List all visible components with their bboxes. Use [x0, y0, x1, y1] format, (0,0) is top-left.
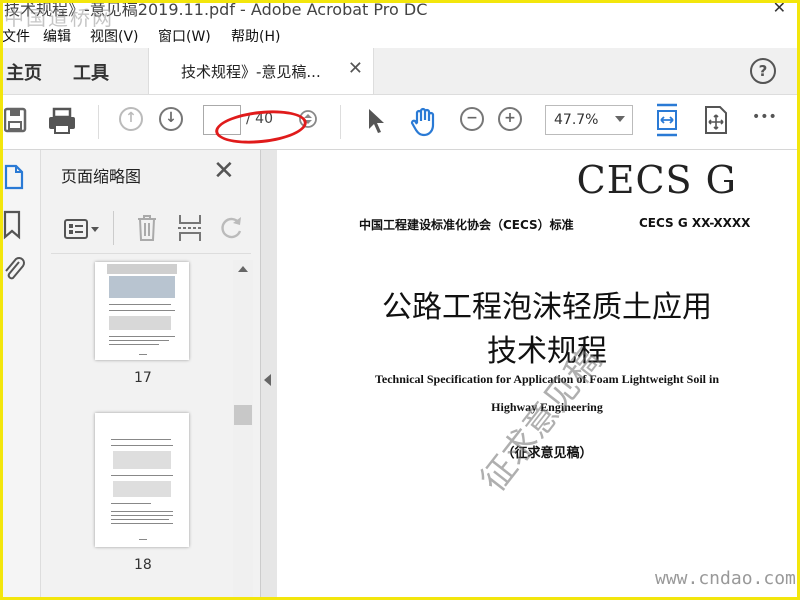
- previous-page-icon[interactable]: ↑: [119, 107, 143, 131]
- thumb-figure: [109, 316, 171, 330]
- tab-close-button[interactable]: ✕: [348, 58, 363, 79]
- tab-document[interactable]: 技术规程》-意见稿... ✕: [148, 48, 374, 94]
- hand-tool-icon[interactable]: [409, 107, 439, 137]
- thumb-text-line: [109, 340, 169, 341]
- select-cursor-icon[interactable]: [366, 107, 386, 135]
- panel-toolbar: [41, 205, 260, 251]
- thumb-figure: [113, 451, 171, 469]
- left-nav-rail: [0, 150, 41, 600]
- thumb-text-line: [111, 515, 173, 516]
- site-watermark-bottom: www.cndao.com: [655, 568, 796, 589]
- rotate-page-icon[interactable]: [219, 215, 245, 241]
- thumb-text-line: [111, 445, 173, 446]
- menu-bar: 文件 编辑 视图(V) 窗口(W) 帮助(H): [0, 22, 800, 48]
- bookmark-icon[interactable]: [2, 210, 24, 240]
- thumb-text-line: [109, 336, 175, 337]
- menu-window[interactable]: 窗口(W): [158, 26, 211, 46]
- zoom-select[interactable]: 47.7%: [545, 105, 633, 135]
- collapse-panel-icon[interactable]: [264, 374, 271, 386]
- tab-document-label: 技术规程》-意见稿...: [181, 63, 321, 81]
- thumb-text-line: [111, 511, 173, 512]
- site-watermark-top: 中国道桥网: [4, 6, 114, 30]
- panel-close-button[interactable]: ✕: [213, 156, 235, 186]
- title-chinese-line2: 技术规程: [487, 334, 607, 369]
- page-thumbnail-17[interactable]: [95, 262, 189, 360]
- thumbnail-label: 17: [134, 370, 152, 386]
- zoom-in-icon[interactable]: +: [498, 107, 522, 131]
- thumb-text-line: [111, 523, 173, 524]
- thumb-text-line: [111, 503, 151, 504]
- thumb-text-line: [111, 439, 171, 440]
- title-bar: 技术规程》-意见稿2019.11.pdf - Adobe Acrobat Pro…: [0, 0, 800, 22]
- standard-organization: 中国工程建设标准化协会（CECS）标准: [359, 218, 574, 232]
- panel-scrollbar[interactable]: [233, 260, 253, 600]
- help-icon[interactable]: ?: [750, 58, 776, 84]
- thumb-text-line: [111, 475, 173, 476]
- toolbar-divider: [340, 105, 341, 139]
- standard-series: CECS G: [576, 158, 737, 202]
- thumb-text-line: [111, 519, 169, 520]
- page-thumbnail-18[interactable]: [95, 413, 189, 547]
- window-close-button[interactable]: ✕: [773, 0, 786, 17]
- toolbar-divider: [98, 105, 99, 139]
- zoom-out-icon[interactable]: −: [460, 107, 484, 131]
- page-thumbnails-icon[interactable]: [2, 162, 26, 192]
- print-icon[interactable]: [48, 107, 76, 135]
- delete-page-icon[interactable]: [135, 213, 159, 243]
- thumbnail-label: 18: [134, 557, 152, 573]
- document-page: CECS G 中国工程建设标准化协会（CECS）标准 CECS G XX-XXX…: [277, 150, 797, 600]
- more-tools-icon[interactable]: •••: [752, 109, 777, 125]
- scrollbar-thumb[interactable]: [234, 405, 252, 425]
- standard-code: CECS G XX-XXXX: [639, 216, 751, 230]
- panel-title: 页面缩略图: [61, 167, 142, 186]
- thumb-text-line: [139, 354, 147, 355]
- tab-tools[interactable]: 工具: [73, 59, 109, 85]
- thumb-figure: [113, 481, 171, 497]
- thumb-text-line: [139, 539, 147, 540]
- scroll-up-icon[interactable]: [238, 266, 248, 272]
- tab-home[interactable]: 主页: [6, 59, 42, 85]
- extract-page-icon[interactable]: [177, 213, 203, 243]
- next-page-icon[interactable]: ↓: [159, 107, 183, 131]
- zoom-value: 47.7%: [554, 112, 599, 128]
- tab-bar: 主页 工具 技术规程》-意见稿... ✕ ?: [0, 48, 800, 95]
- save-icon[interactable]: [4, 107, 28, 135]
- fit-page-icon[interactable]: [654, 103, 680, 137]
- panel-toolbar-divider: [113, 211, 114, 245]
- full-screen-icon[interactable]: [704, 105, 728, 135]
- toolbar: ↑ ↓ − + •••: [0, 95, 800, 150]
- thumb-text-line: [109, 310, 175, 311]
- attachment-icon[interactable]: [2, 254, 26, 284]
- title-chinese-line1: 公路工程泡沫轻质土应用: [382, 290, 712, 325]
- menu-help[interactable]: 帮助(H): [231, 26, 280, 46]
- thumb-figure: [107, 264, 177, 274]
- thumb-text-line: [109, 344, 159, 345]
- chevron-down-icon: [615, 116, 625, 122]
- thumb-figure: [109, 276, 175, 298]
- panel-divider: [51, 253, 251, 254]
- thumb-text-line: [109, 304, 171, 305]
- thumbnail-options-icon[interactable]: [64, 217, 102, 241]
